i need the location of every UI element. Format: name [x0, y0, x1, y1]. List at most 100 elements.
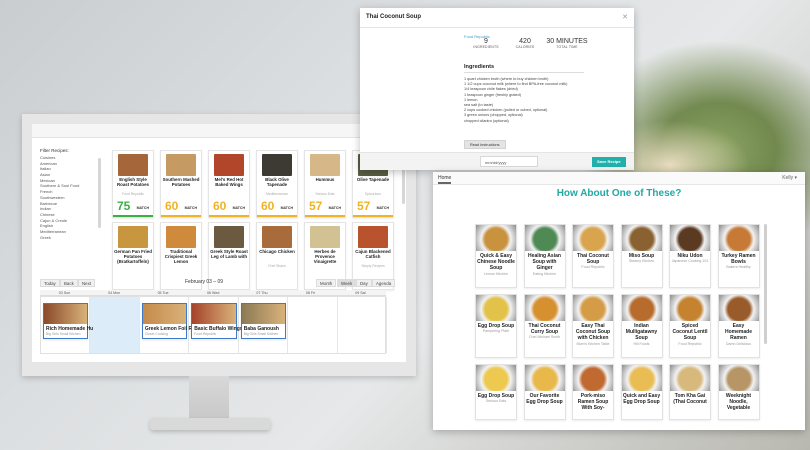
view-month-button[interactable]: Month — [316, 279, 337, 287]
suggestion-title: Easy Homemade Ramen — [725, 323, 752, 342]
suggestion-title: Healing Asian Soup with Ginger — [528, 253, 561, 272]
calendar-day-header: 09 Sat — [355, 291, 366, 295]
suggestion-card[interactable]: Turkey Ramen Bowls Bakers Healthy — [717, 224, 760, 288]
event-source: Closet Cooking — [144, 332, 168, 336]
suggestion-card[interactable]: Thai Coconut Soup Food Republic — [572, 224, 614, 288]
top-nav: Home Kelly ▾ — [433, 172, 805, 185]
chevron-down-icon: ▾ — [794, 175, 797, 181]
nav-home-tab[interactable]: Home — [438, 175, 452, 184]
suggestion-card[interactable]: Pork-miso Ramen Soup With Soy- — [572, 364, 614, 420]
recipe-title: Herbes de Provence Vinaigrette — [313, 249, 337, 264]
recipe-source: Serious Eats — [315, 192, 335, 196]
back-button[interactable]: Back — [60, 279, 78, 287]
recipe-card[interactable]: English Style Roast Potatoes Food Republi… — [112, 150, 154, 218]
calendar-event[interactable]: Greek Lemon Foil R Closet Cooking — [141, 303, 192, 339]
match-score: 60 — [261, 199, 275, 213]
recipe-title: Cajun Blackened Catfish — [355, 249, 391, 259]
recipe-card[interactable]: Black Olive Tapenade Mediterranean 60 MATCH — [256, 150, 298, 218]
recipe-photo — [214, 226, 244, 248]
match-label: MATCH — [376, 206, 389, 210]
recipe-card[interactable]: Hummus Serious Eats 57 MATCH — [304, 150, 346, 218]
calendar-day-column[interactable] — [90, 297, 140, 353]
user-name: Kelly — [782, 175, 794, 181]
suggestion-card[interactable]: Egg Drop Soup Serious Eats — [475, 364, 517, 420]
save-recipe-button[interactable]: Save Recipe — [592, 157, 626, 167]
suggestion-photo — [621, 225, 662, 251]
suggestion-title: Egg Drop Soup — [477, 393, 515, 399]
suggestion-card[interactable]: Egg Drop Soup Pampering Plate — [475, 294, 517, 358]
suggestion-photo — [524, 365, 565, 391]
suggestion-card[interactable]: Healing Asian Soup with Ginger Eating Kit… — [523, 224, 566, 288]
event-source: Big Girls Small Kitchen — [46, 332, 81, 336]
calendar-event[interactable]: Baba Ganoush Big Girls Small Kitchen — [240, 303, 287, 339]
suggestion-photo — [670, 365, 710, 391]
view-day-button[interactable]: Day — [356, 279, 372, 287]
suggestion-photo — [524, 225, 565, 251]
suggestion-card[interactable]: Our Favorite Egg Drop Soup — [523, 364, 566, 420]
suggestion-photo — [476, 225, 516, 251]
recipe-photo — [358, 226, 388, 248]
suggestion-card[interactable]: Quick & Easy Chinese Noodle Soup Lemon Ki… — [475, 224, 517, 288]
calendar-day-column[interactable] — [288, 297, 338, 353]
match-bar — [305, 215, 345, 217]
recipe-title: Olive Tapenade — [356, 177, 390, 182]
suggestion-source: Damn Delicious — [725, 341, 752, 346]
monitor-stand-base — [150, 418, 270, 430]
suggestions-scrollbar[interactable] — [764, 224, 767, 344]
recipe-photo — [214, 154, 244, 176]
suggestion-source: Steamy Kitchen — [628, 259, 655, 264]
suggestion-card[interactable]: Easy Homemade Ramen Damn Delicious — [717, 294, 760, 358]
stat-calories-label: CALORIES — [515, 45, 535, 49]
calendar-event[interactable]: Rich Homemade Hu Big Girls Small Kitchen — [43, 303, 93, 339]
recipe-source: Food Republic — [122, 192, 144, 196]
match-label: MATCH — [280, 206, 293, 210]
recipe-detail-title: Thai Coconut Soup — [360, 8, 634, 28]
recipe-card[interactable]: Southern Mashed Potatoes 60 MATCH — [160, 150, 202, 218]
match-label: MATCH — [328, 206, 341, 210]
close-icon[interactable]: ✕ — [622, 13, 628, 21]
suggestion-title: Weeknight Noodle, Vegetable — [725, 393, 752, 412]
today-button[interactable]: Today — [40, 279, 60, 287]
suggestion-source: Eating Kitchen — [532, 271, 557, 276]
recipe-title: Black Olive Tapenade — [265, 177, 289, 187]
suggestion-photo — [621, 295, 662, 321]
calendar-day-column[interactable] — [338, 297, 387, 353]
suggestion-source: Hill Foods — [633, 341, 650, 346]
suggestion-card[interactable]: Thai Coconut Curry Soup Chef Michael Smit… — [523, 294, 566, 358]
suggestion-card[interactable]: Spiced Coconut Lentil Soup Food Republic — [669, 294, 711, 358]
read-instructions-button[interactable]: Read Instructions — [464, 140, 506, 149]
filter-panel: Filter Recipes: Cuisines American Italian A… — [40, 148, 100, 276]
suggestion-photo — [718, 225, 759, 251]
match-score: 60 — [213, 199, 227, 213]
calendar-day-header: 08 Fri — [305, 291, 316, 295]
suggestion-card[interactable]: Tom Kha Gai (Thai Coconut — [669, 364, 711, 420]
suggestion-title: Spiced Coconut Lentil Soup — [672, 323, 708, 342]
suggestion-card[interactable]: Indian Mulligatawny Soup Hill Foods — [620, 294, 663, 358]
event-source: Food Republic — [194, 332, 217, 336]
filter-scrollbar[interactable] — [98, 158, 101, 228]
stat-ingredients-value: 9 — [484, 38, 488, 45]
view-agenda-button[interactable]: Agenda — [372, 279, 396, 287]
recipe-photo — [118, 154, 148, 176]
recipe-photo — [166, 154, 196, 176]
next-button[interactable]: Next — [78, 279, 96, 287]
match-label: MATCH — [232, 206, 245, 210]
detail-footer: mm/dd/yyyy Save Recipe — [360, 152, 634, 170]
view-week-button[interactable]: Week — [337, 279, 357, 287]
suggestion-card[interactable]: Quick and Easy Egg Drop Soup — [620, 364, 663, 420]
suggestion-title: Egg Drop Soup — [477, 323, 515, 329]
match-score: 57 — [357, 199, 371, 213]
suggestion-card[interactable]: Niku Udon Japanese Cooking 101 — [669, 224, 711, 288]
date-input[interactable]: mm/dd/yyyy — [480, 156, 538, 167]
suggestion-source: Food Republic — [678, 341, 702, 346]
filter-option[interactable]: Greek — [40, 235, 100, 241]
recipe-card[interactable]: Mel's Red Hot Baked Wings 60 MATCH — [208, 150, 250, 218]
user-menu[interactable]: Kelly ▾ — [782, 175, 797, 181]
suggestion-source: Pampering Plate — [482, 329, 510, 334]
calendar-event[interactable]: Basic Buffalo Wings Food Republic — [191, 303, 243, 339]
recipe-title: Chicago Chicken — [259, 249, 295, 254]
suggestion-card[interactable]: Weeknight Noodle, Vegetable — [717, 364, 760, 420]
suggestion-card[interactable]: Miso Soup Steamy Kitchen — [620, 224, 663, 288]
suggestion-title: Our Favorite Egg Drop Soup — [526, 393, 563, 406]
suggestion-card[interactable]: Easy Thai Coconut Soup with Chicken Mom's… — [572, 294, 614, 358]
